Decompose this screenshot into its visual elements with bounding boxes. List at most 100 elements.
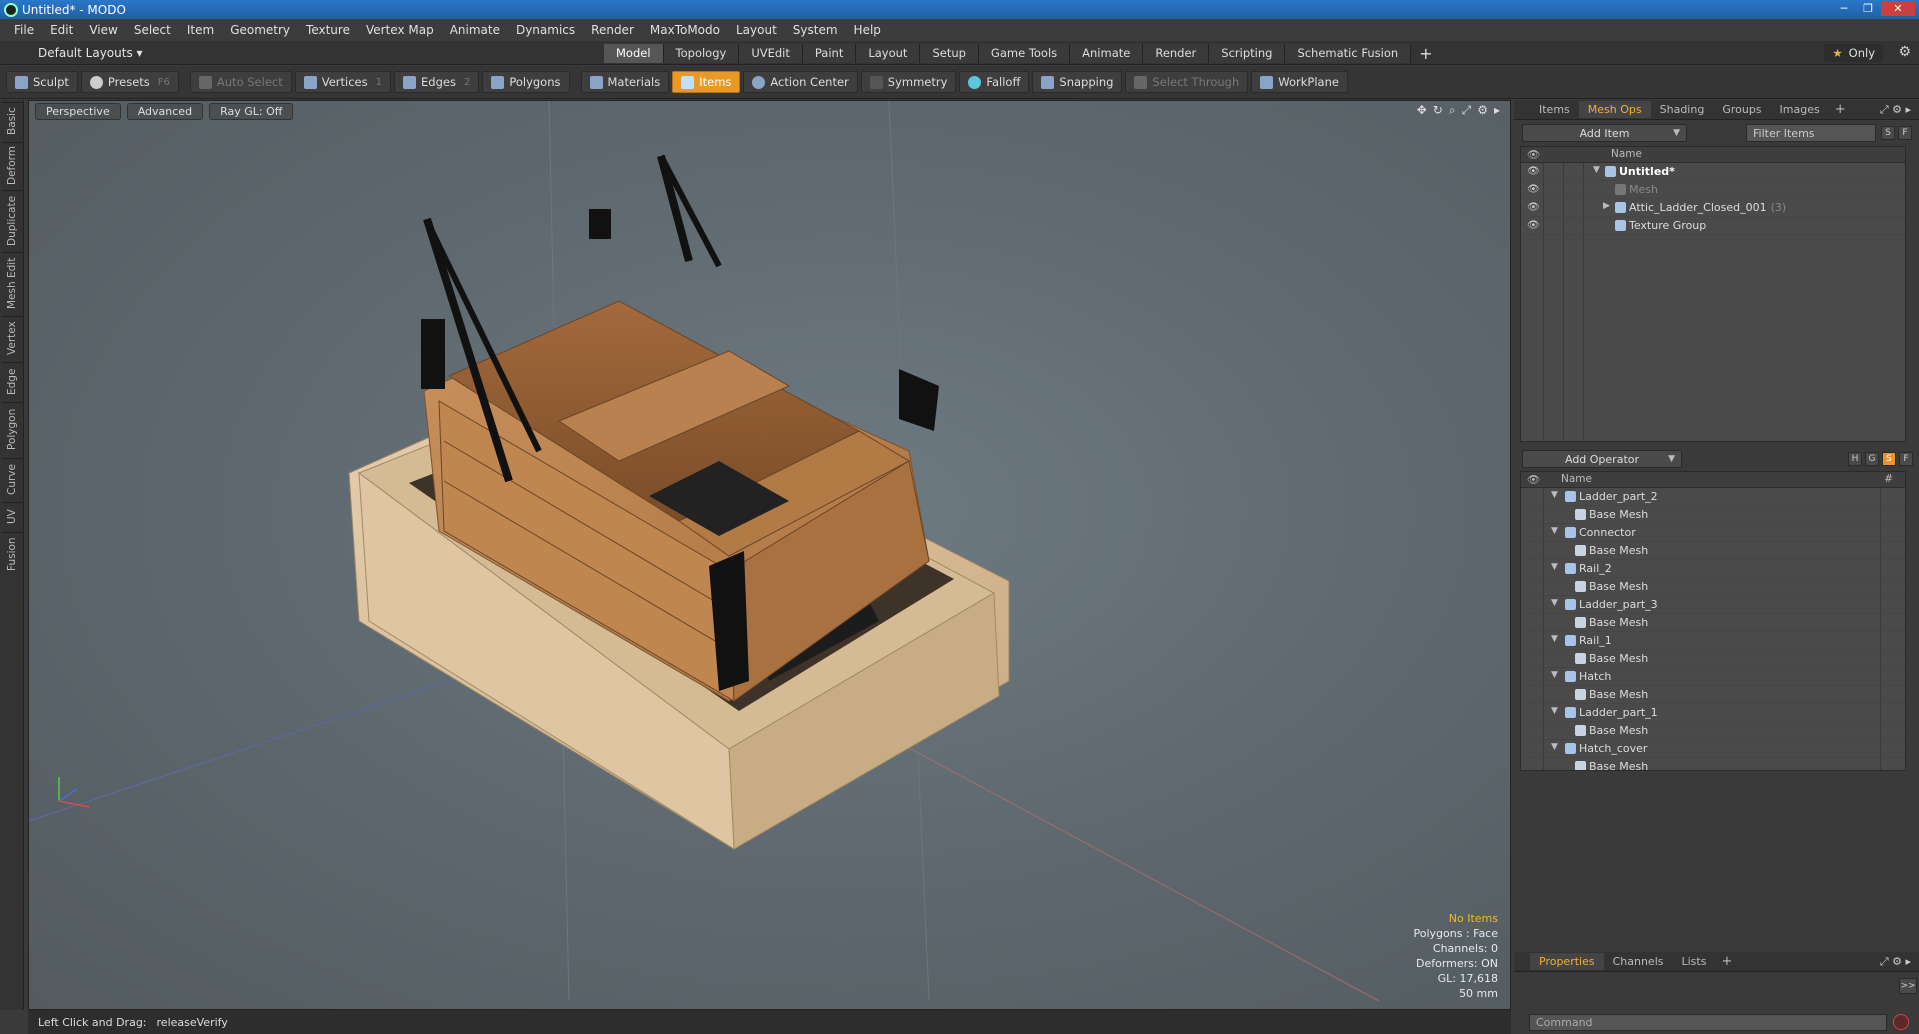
op-row-ladder-part-3[interactable]: ▼ Ladder_part_3: [1521, 596, 1905, 614]
symmetry-button[interactable]: Symmetry: [860, 71, 957, 93]
collapse-triangle-icon[interactable]: ▼: [1551, 742, 1558, 752]
minimize-button[interactable]: ─: [1833, 1, 1855, 16]
edges-button[interactable]: Edges 2: [394, 71, 480, 93]
tab-paint[interactable]: Paint: [802, 44, 857, 63]
filter-f-button[interactable]: F: [1898, 126, 1912, 140]
expand-triangle-icon[interactable]: ▶: [1603, 201, 1610, 211]
tab-schematic-fusion[interactable]: Schematic Fusion: [1285, 44, 1412, 63]
vtab-fusion[interactable]: Fusion: [2, 532, 22, 576]
menu-vertex-map[interactable]: Vertex Map: [358, 23, 442, 37]
vtab-vertex[interactable]: Vertex: [2, 316, 22, 360]
op-row-base-mesh[interactable]: Base Mesh: [1521, 578, 1905, 596]
tab-scripting[interactable]: Scripting: [1209, 44, 1286, 63]
menu-edit[interactable]: Edit: [42, 23, 81, 37]
3d-viewport[interactable]: Perspective Advanced Ray GL: Off ✥ ↻ ⌕ ⤢…: [28, 100, 1511, 1010]
pan-icon[interactable]: ✥: [1417, 103, 1427, 118]
materials-button[interactable]: Materials: [580, 71, 670, 93]
vtab-curve[interactable]: Curve: [2, 458, 22, 500]
command-stop-icon[interactable]: [1893, 1014, 1909, 1030]
collapse-triangle-icon[interactable]: ▼: [1551, 598, 1558, 608]
ops-g-button[interactable]: G: [1865, 452, 1879, 466]
items-button[interactable]: Items: [672, 71, 741, 93]
add-operator-button[interactable]: Add Operator ▼: [1522, 450, 1682, 468]
polygons-button[interactable]: Polygons: [482, 71, 570, 93]
command-input[interactable]: Command: [1529, 1014, 1887, 1031]
op-row-hatch[interactable]: ▼ Hatch: [1521, 668, 1905, 686]
menu-item[interactable]: Item: [179, 23, 222, 37]
vtab-edge[interactable]: Edge: [2, 362, 22, 400]
menu-system[interactable]: System: [785, 23, 846, 37]
maximize-button[interactable]: ❐: [1857, 1, 1879, 16]
eye-icon[interactable]: 👁: [1527, 184, 1540, 195]
op-row-base-mesh[interactable]: Base Mesh: [1521, 722, 1905, 740]
menu-maxtomodo[interactable]: MaxToModo: [642, 23, 728, 37]
item-row-scene[interactable]: 👁 ▼ Untitled*: [1521, 163, 1905, 181]
action-center-button[interactable]: Action Center: [743, 71, 858, 93]
layout-selector[interactable]: Default Layouts ▾: [38, 46, 143, 60]
tab-uvedit[interactable]: UVEdit: [739, 44, 803, 63]
menu-select[interactable]: Select: [126, 23, 179, 37]
op-row-base-mesh[interactable]: Base Mesh: [1521, 686, 1905, 704]
ops-h-button[interactable]: H: [1848, 452, 1862, 466]
op-row-hatch-cover[interactable]: ▼ Hatch_cover: [1521, 740, 1905, 758]
tab-game-tools[interactable]: Game Tools: [978, 44, 1071, 63]
tab-model[interactable]: Model: [604, 44, 664, 63]
tab-animate[interactable]: Animate: [1070, 44, 1144, 63]
collapse-triangle-icon[interactable]: ▼: [1551, 490, 1558, 500]
menu-texture[interactable]: Texture: [298, 23, 358, 37]
shading-dropdown[interactable]: Advanced: [126, 103, 204, 120]
item-row-mesh[interactable]: 👁 Mesh: [1521, 181, 1905, 199]
tab-topology[interactable]: Topology: [663, 44, 740, 63]
auto-select-button[interactable]: Auto Select: [189, 71, 292, 93]
expand-arrow-icon[interactable]: ▸: [1494, 103, 1500, 118]
op-row-ladder-part-1[interactable]: ▼ Ladder_part_1: [1521, 704, 1905, 722]
collapse-triangle-icon[interactable]: ▼: [1551, 670, 1558, 680]
only-toggle[interactable]: ★ Only: [1824, 44, 1883, 62]
menu-render[interactable]: Render: [583, 23, 642, 37]
viewport-settings-icon[interactable]: ⚙: [1477, 103, 1488, 118]
panel-options-icon[interactable]: ⤢ ⚙ ▸: [1880, 103, 1911, 117]
vtab-uv[interactable]: UV: [2, 502, 22, 530]
vtab-polygon[interactable]: Polygon: [2, 402, 22, 456]
tab-groups[interactable]: Groups: [1713, 101, 1770, 118]
op-row-base-mesh[interactable]: Base Mesh: [1521, 506, 1905, 524]
ops-s-button[interactable]: S: [1882, 452, 1896, 466]
expand-properties-button[interactable]: >>: [1899, 978, 1917, 994]
tab-shading[interactable]: Shading: [1651, 101, 1714, 118]
collapse-triangle-icon[interactable]: ▼: [1551, 562, 1558, 572]
tab-mesh-ops[interactable]: Mesh Ops: [1578, 101, 1651, 118]
add-panel-tab-button[interactable]: +: [1715, 954, 1738, 969]
op-row-base-mesh[interactable]: Base Mesh: [1521, 758, 1905, 770]
tab-render[interactable]: Render: [1143, 44, 1210, 63]
menu-help[interactable]: Help: [846, 23, 889, 37]
collapse-triangle-icon[interactable]: ▼: [1593, 165, 1600, 175]
rotate-icon[interactable]: ↻: [1433, 103, 1443, 118]
tab-lists[interactable]: Lists: [1673, 953, 1716, 970]
menu-layout[interactable]: Layout: [728, 23, 785, 37]
menu-file[interactable]: File: [6, 23, 42, 37]
item-row-texture-group[interactable]: 👁 Texture Group: [1521, 217, 1905, 235]
item-row-attic-ladder[interactable]: 👁 ▶ Attic_Ladder_Closed_001 (3): [1521, 199, 1905, 217]
gear-icon[interactable]: ⚙: [1898, 44, 1911, 60]
fit-icon[interactable]: ⤢: [1462, 103, 1472, 118]
zoom-icon[interactable]: ⌕: [1449, 103, 1456, 118]
menu-animate[interactable]: Animate: [442, 23, 508, 37]
op-row-rail-1[interactable]: ▼ Rail_1: [1521, 632, 1905, 650]
vtab-mesh-edit[interactable]: Mesh Edit: [2, 252, 22, 314]
vtab-deform[interactable]: Deform: [2, 142, 22, 188]
add-panel-tab-button[interactable]: +: [1829, 102, 1852, 117]
op-row-rail-2[interactable]: ▼ Rail_2: [1521, 560, 1905, 578]
vtab-basic[interactable]: Basic: [2, 102, 22, 140]
select-through-button[interactable]: Select Through: [1125, 71, 1249, 93]
close-button[interactable]: ✕: [1881, 1, 1915, 16]
tab-images[interactable]: Images: [1771, 101, 1829, 118]
presets-button[interactable]: Presets F6: [80, 71, 179, 93]
ops-f-button[interactable]: F: [1899, 452, 1913, 466]
collapse-triangle-icon[interactable]: ▼: [1551, 526, 1558, 536]
vtab-duplicate[interactable]: Duplicate: [2, 190, 22, 250]
sculpt-button[interactable]: Sculpt: [6, 71, 78, 93]
op-row-connector[interactable]: ▼ Connector: [1521, 524, 1905, 542]
snapping-button[interactable]: Snapping: [1032, 71, 1123, 93]
tab-properties[interactable]: Properties: [1530, 953, 1604, 970]
panel-options-icon[interactable]: ⤢ ⚙ ▸: [1880, 955, 1911, 969]
